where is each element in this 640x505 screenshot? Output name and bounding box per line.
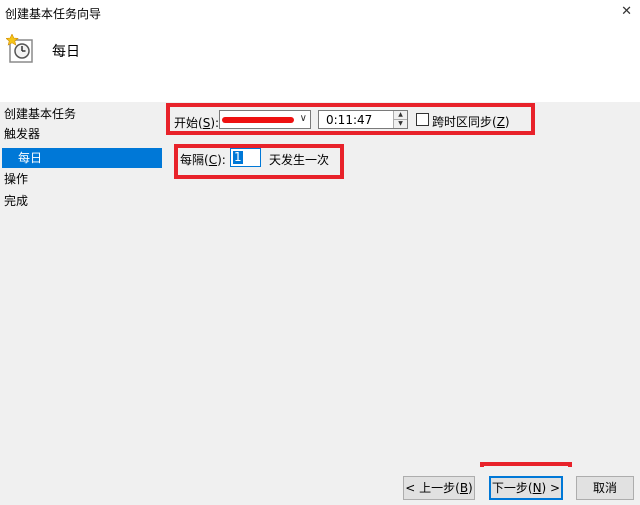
highlight-box-recur (174, 144, 344, 179)
wizard-header: 每日 (0, 26, 640, 102)
cancel-button[interactable]: 取消 (576, 476, 634, 500)
back-button[interactable]: < 上一步(B) (403, 476, 475, 500)
page-title: 每日 (52, 44, 80, 60)
close-icon[interactable]: ✕ (621, 4, 632, 19)
nav-item-create-basic-task: 创建基本任务 (4, 107, 77, 121)
title-bar: 创建基本任务向导 ✕ (0, 0, 640, 26)
nav-item-action: 操作 (4, 172, 29, 186)
highlight-box-start (166, 103, 535, 135)
nav-item-finish: 完成 (4, 194, 29, 208)
clock-wizard-icon (6, 34, 33, 63)
window-title: 创建基本任务向导 (5, 7, 102, 21)
nav-item-daily: 每日 (2, 148, 162, 168)
nav-item-trigger: 触发器 (4, 127, 41, 141)
next-button[interactable]: 下一步(N) > (489, 476, 563, 500)
